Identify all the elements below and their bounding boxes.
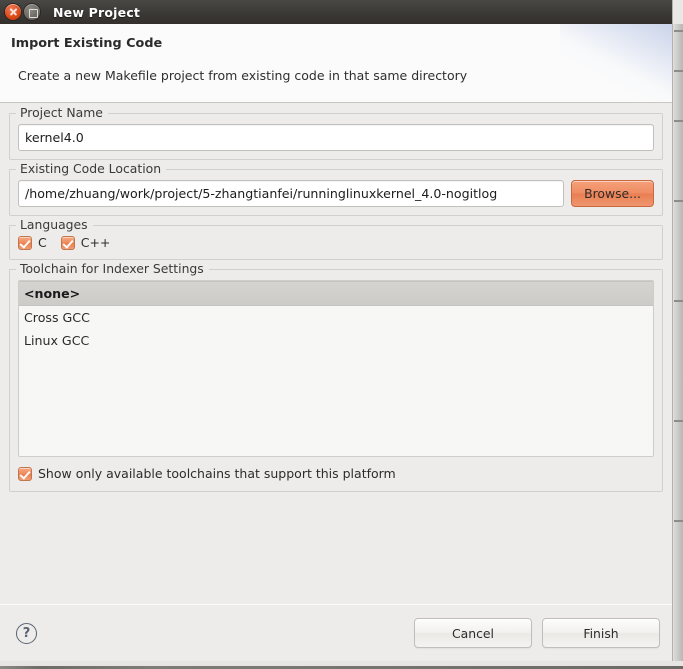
maximize-icon[interactable] (24, 4, 40, 20)
help-icon[interactable]: ? (16, 622, 37, 644)
project-name-group: Project Name (9, 105, 663, 160)
background-window-edge (673, 24, 683, 661)
checkbox-checked-icon (60, 235, 75, 250)
desktop-bottom-strip (0, 661, 683, 669)
dialog-header: Import Existing Code Create a new Makefi… (0, 24, 672, 103)
dialog-body: Project Name Existing Code Location Brow… (0, 103, 672, 604)
code-location-legend: Existing Code Location (16, 161, 167, 176)
language-label-c: C (38, 235, 47, 250)
checkbox-checked-icon (18, 235, 32, 250)
languages-legend: Languages (16, 217, 93, 232)
browse-button[interactable]: Browse... (571, 180, 654, 207)
toolchain-group: Toolchain for Indexer Settings <none> Cr… (9, 261, 663, 492)
list-item[interactable]: Cross GCC (19, 306, 653, 329)
code-location-group: Existing Code Location Browse... (9, 161, 663, 216)
page-title: Import Existing Code (11, 36, 163, 51)
new-project-dialog: New Project Import Existing Code Create … (0, 0, 673, 661)
title-bar: New Project (0, 0, 672, 24)
code-location-input[interactable] (18, 180, 565, 207)
show-only-available-label: Show only available toolchains that supp… (38, 466, 396, 481)
list-item[interactable]: Linux GCC (19, 329, 653, 352)
language-label-cpp: C++ (80, 235, 111, 250)
project-name-legend: Project Name (16, 105, 108, 120)
window-title: New Project (53, 4, 141, 20)
checkbox-checked-icon (18, 466, 32, 481)
dialog-footer: ? Cancel Finish (0, 605, 672, 661)
languages-group: Languages C C++ (9, 217, 663, 260)
finish-button[interactable]: Finish (542, 618, 660, 648)
show-only-available-checkbox[interactable]: Show only available toolchains that supp… (18, 466, 654, 481)
list-item[interactable]: <none> (19, 281, 653, 306)
language-checkbox-cpp[interactable]: C++ (60, 235, 111, 250)
toolchain-legend: Toolchain for Indexer Settings (16, 261, 209, 276)
language-checkbox-c[interactable]: C (18, 235, 47, 250)
toolchain-list[interactable]: <none> Cross GCC Linux GCC (18, 280, 654, 457)
project-name-input[interactable] (18, 124, 654, 151)
page-description: Create a new Makefile project from exist… (18, 68, 468, 83)
close-icon[interactable] (5, 4, 21, 20)
cancel-button[interactable]: Cancel (414, 618, 532, 648)
